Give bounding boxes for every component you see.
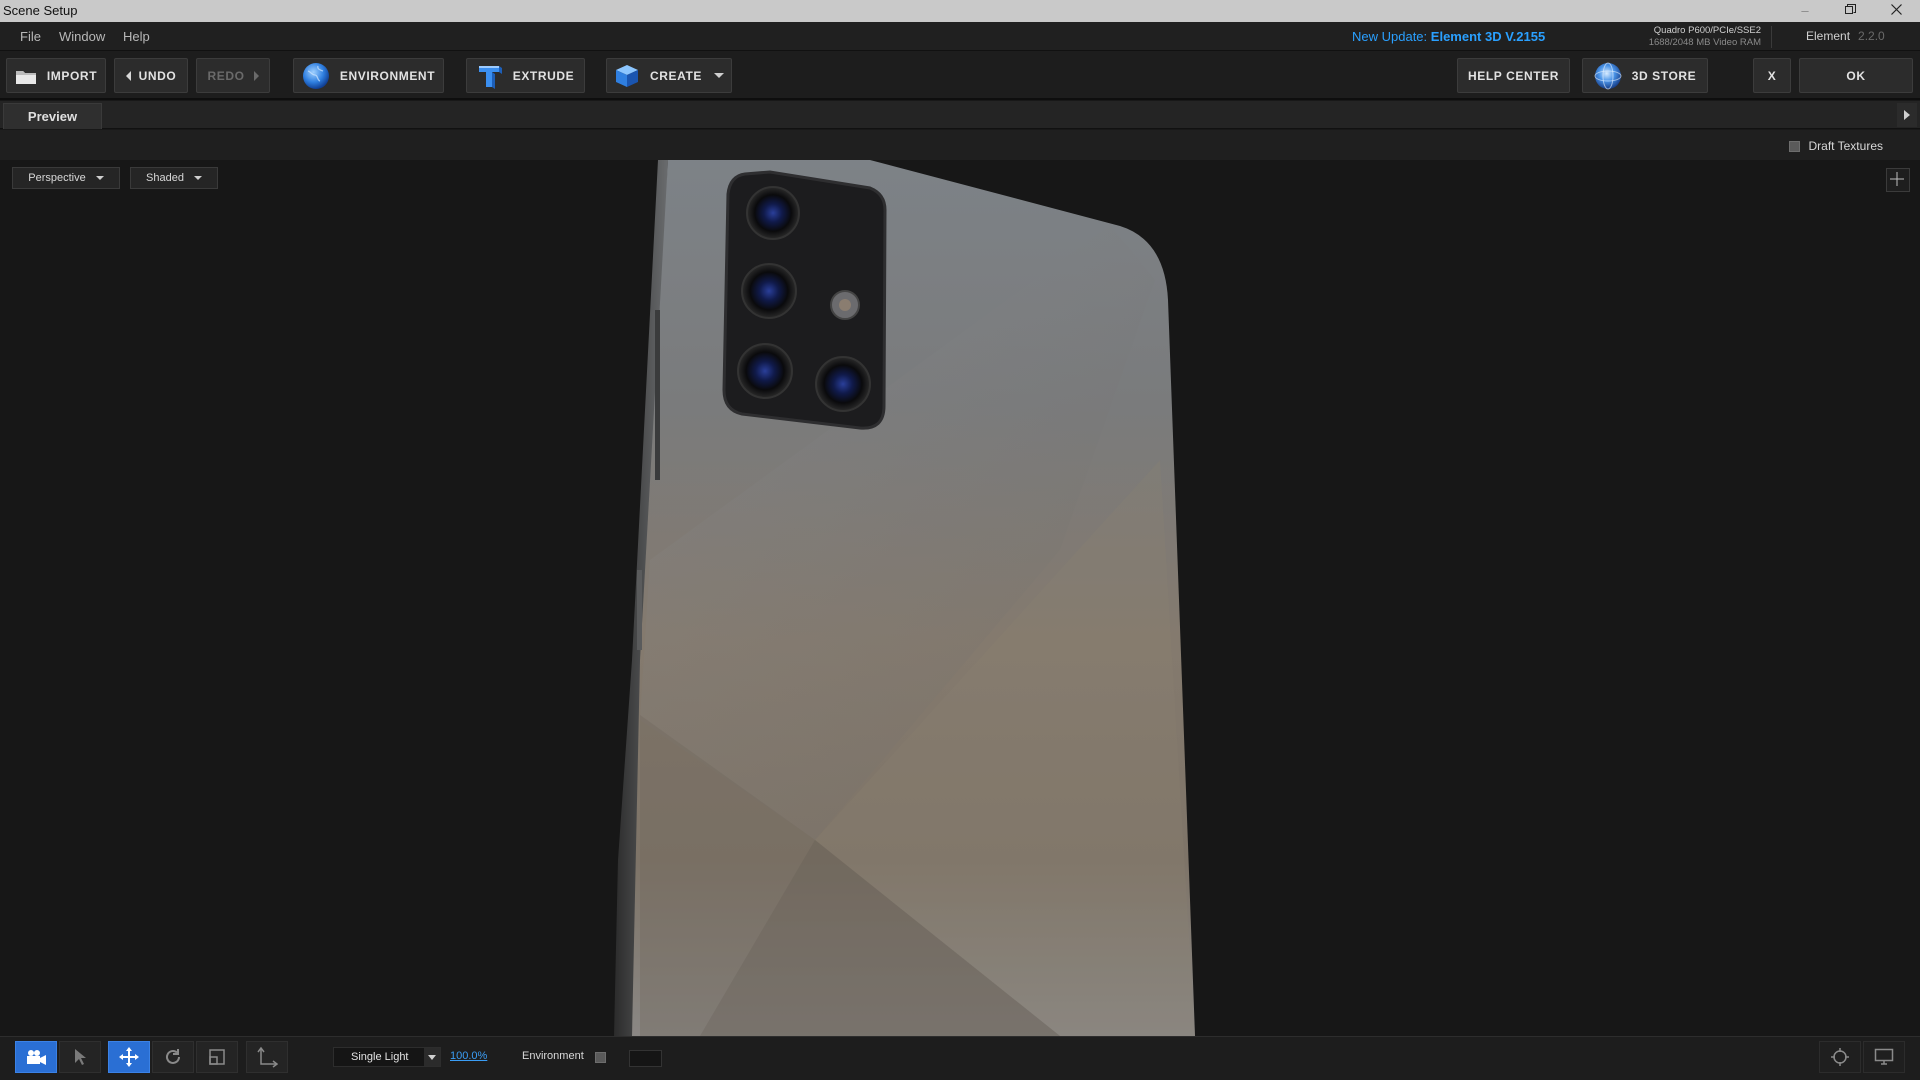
environment-checkbox[interactable] [595, 1052, 606, 1063]
light-mode-value: Single Light [351, 1051, 409, 1063]
import-label: IMPORT [46, 68, 98, 83]
arrow-left-icon [125, 70, 131, 81]
move-icon [119, 1047, 139, 1067]
menu-window[interactable]: Window [59, 29, 105, 44]
expand-panel-button[interactable] [1897, 103, 1917, 127]
ok-label: OK [1846, 68, 1866, 83]
folder-icon [15, 70, 36, 84]
restore-icon [1844, 4, 1856, 14]
import-button[interactable]: IMPORT [6, 58, 106, 93]
scale-icon [209, 1049, 225, 1065]
environment-swatch[interactable] [629, 1050, 662, 1067]
cursor-icon [75, 1049, 86, 1065]
arrow-right-icon [253, 70, 259, 81]
help-center-label: HELP CENTER [1467, 68, 1560, 83]
window-title-bar: Scene Setup – [0, 0, 1920, 22]
cancel-button[interactable]: X [1753, 58, 1791, 93]
environment-label: Environment [522, 1050, 584, 1062]
phone-model-render [614, 160, 1195, 1036]
move-tool-button[interactable] [108, 1041, 150, 1073]
rotate-tool-button[interactable] [152, 1041, 194, 1073]
close-icon [1890, 4, 1902, 15]
chevron-down-icon [95, 176, 104, 180]
camera-icon [27, 1050, 46, 1065]
update-label: New Update: [1352, 29, 1428, 44]
product-version: 2.2.0 [1858, 29, 1885, 43]
bottom-toolbar: Single Light 100.0% Environment [0, 1036, 1920, 1080]
3d-store-label: 3D STORE [1631, 68, 1697, 83]
monitor-icon [1874, 1048, 1894, 1065]
draft-textures-toggle[interactable]: Draft Textures [1788, 139, 1883, 153]
main-toolbar: IMPORT UNDO REDO ENVIRONMENT EXTRUDE CRE… [0, 51, 1920, 100]
redo-button[interactable]: REDO [196, 58, 270, 93]
chevron-down-icon [714, 73, 725, 78]
product-name: Element [1806, 29, 1851, 43]
create-button[interactable]: CREATE [606, 58, 732, 93]
axis-icon [257, 1046, 278, 1068]
extrude-text-icon [478, 65, 502, 89]
ok-button[interactable]: OK [1799, 58, 1913, 93]
crosshair-icon [1890, 172, 1904, 186]
panel-tab-strip: Preview [0, 101, 1920, 129]
menu-file[interactable]: File [20, 29, 41, 44]
update-version[interactable]: Element 3D V.2155 [1431, 29, 1545, 44]
chevron-down-icon [424, 1048, 440, 1066]
divider [1771, 26, 1772, 48]
chevron-right-icon [1904, 110, 1910, 120]
gpu-vram: 1688/2048 MB Video RAM [1648, 37, 1761, 48]
sun-target-icon [1831, 1048, 1849, 1066]
redo-label: REDO [207, 68, 245, 83]
window-close-button[interactable] [1873, 0, 1919, 22]
scale-tool-button[interactable] [196, 1041, 238, 1073]
store-globe-icon [1594, 62, 1622, 89]
undo-button[interactable]: UNDO [114, 58, 188, 93]
undo-label: UNDO [138, 68, 177, 83]
globe-icon [302, 62, 329, 89]
cancel-label: X [1767, 68, 1777, 83]
draft-textures-checkbox[interactable] [1788, 140, 1800, 152]
tab-preview[interactable]: Preview [3, 103, 102, 129]
chevron-down-icon [193, 176, 202, 180]
restore-button[interactable] [1827, 0, 1873, 22]
extrude-label: EXTRUDE [512, 68, 575, 83]
extrude-button[interactable]: EXTRUDE [466, 58, 585, 93]
window-title: Scene Setup [3, 3, 78, 18]
help-center-button[interactable]: HELP CENTER [1457, 58, 1570, 93]
camera-tool-button[interactable] [15, 1041, 57, 1073]
cube-icon [615, 64, 638, 87]
render-mode-dropdown[interactable]: Shaded [130, 167, 218, 189]
light-mode-dropdown[interactable]: Single Light [333, 1047, 441, 1067]
gpu-info: Quadro P600/PCIe/SSE2 1688/2048 MB Video… [1635, 25, 1761, 49]
camera-mode-dropdown[interactable]: Perspective [12, 167, 120, 189]
minimize-button[interactable]: – [1782, 0, 1828, 22]
product-version-info: Element 2.2.0 [1806, 29, 1885, 43]
rotate-icon [166, 1049, 180, 1064]
camera-mode-value: Perspective [28, 172, 86, 184]
environment-button[interactable]: ENVIRONMENT [293, 58, 444, 93]
environment-label: ENVIRONMENT [339, 68, 436, 83]
create-label: CREATE [649, 68, 703, 83]
3d-viewport[interactable]: Perspective Shaded [0, 160, 1920, 1036]
maximize-viewport-button[interactable] [1886, 168, 1910, 192]
light-intensity-value[interactable]: 100.0% [450, 1050, 487, 1062]
display-settings-button[interactable] [1863, 1041, 1905, 1073]
viewport-header: Draft Textures [0, 130, 1920, 160]
update-notice[interactable]: New Update: Element 3D V.2155 [1352, 29, 1545, 44]
menu-bar: File Window Help New Update: Element 3D … [0, 22, 1920, 51]
3d-store-button[interactable]: 3D STORE [1582, 58, 1708, 93]
select-tool-button[interactable] [59, 1041, 101, 1073]
pivot-tool-button[interactable] [246, 1041, 288, 1073]
menu-help[interactable]: Help [123, 29, 150, 44]
draft-textures-label: Draft Textures [1808, 139, 1883, 153]
gpu-name: Quadro P600/PCIe/SSE2 [1653, 25, 1761, 36]
render-mode-value: Shaded [146, 172, 184, 184]
light-target-button[interactable] [1819, 1041, 1861, 1073]
